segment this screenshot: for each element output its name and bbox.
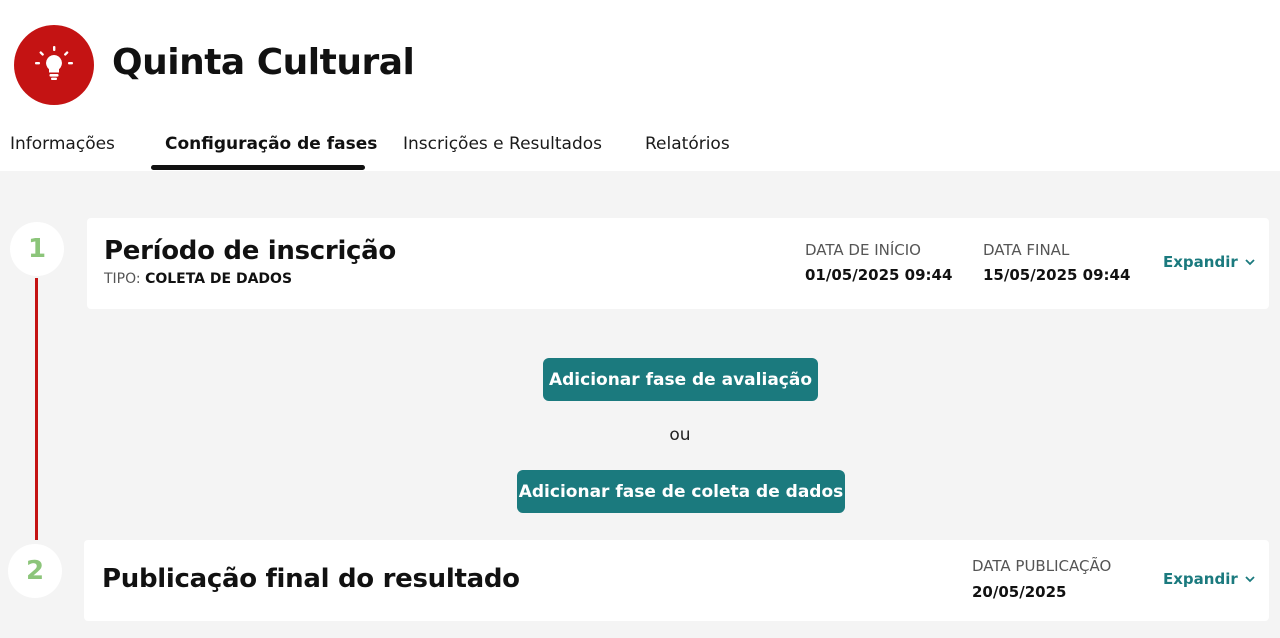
page-header: Quinta Cultural Informações Configuração… (0, 0, 1280, 170)
or-separator: ou (669, 425, 691, 445)
expand-label: Expandir (1163, 253, 1238, 271)
step-number-1: 1 (10, 222, 64, 276)
phase-type-value: COLETA DE DADOS (145, 271, 293, 287)
publication-date-label: DATA PUBLICAÇÃO (972, 557, 1112, 575)
phase-type: TIPO: COLETA DE DADOS (104, 271, 292, 287)
expand-button[interactable]: Expandir (1163, 570, 1256, 588)
start-date-label: DATA DE INÍCIO (805, 241, 921, 259)
phase-type-label: TIPO: (104, 271, 141, 287)
end-date-label: DATA FINAL (983, 241, 1070, 259)
expand-button[interactable]: Expandir (1163, 253, 1256, 271)
tab-informacoes[interactable]: Informações (10, 134, 115, 154)
chevron-down-icon (1245, 259, 1255, 266)
tab-inscricoes-e-resultados[interactable]: Inscrições e Resultados (403, 134, 602, 154)
page-title: Quinta Cultural (112, 42, 415, 83)
add-data-collection-phase-button[interactable]: Adicionar fase de coleta de dados (517, 470, 845, 513)
active-tab-indicator (151, 165, 365, 170)
publication-date-value: 20/05/2025 (972, 583, 1067, 601)
end-date-value: 15/05/2025 09:44 (983, 266, 1131, 284)
step-number-2: 2 (8, 544, 62, 598)
chevron-down-icon (1245, 576, 1255, 583)
phase-card-publicacao: Publicação final do resultado DATA PUBLI… (84, 540, 1269, 621)
expand-label: Expandir (1163, 570, 1238, 588)
timeline-line (35, 278, 38, 540)
phase-title: Publicação final do resultado (102, 564, 520, 594)
phase-title: Período de inscrição (104, 236, 396, 266)
tab-configuracao-de-fases[interactable]: Configuração de fases (165, 134, 377, 154)
tab-relatorios[interactable]: Relatórios (645, 134, 730, 154)
phase-card-inscricao: Período de inscrição TIPO: COLETA DE DAD… (87, 218, 1269, 309)
logo (14, 25, 94, 105)
lightbulb-icon (35, 46, 73, 80)
add-evaluation-phase-button[interactable]: Adicionar fase de avaliação (543, 358, 818, 401)
start-date-value: 01/05/2025 09:44 (805, 266, 953, 284)
